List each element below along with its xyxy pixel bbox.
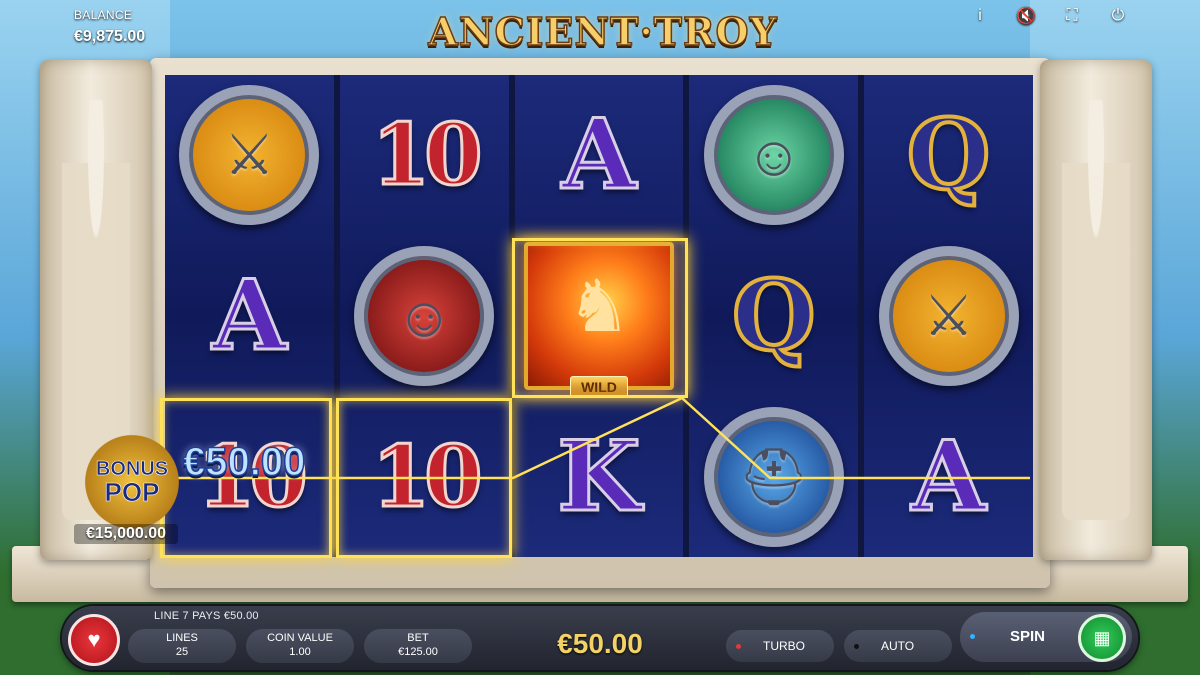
line-pays-text: LINE 7 PAYS €50.00 [154, 610, 259, 622]
reel-2-row-3: 10 [340, 396, 509, 557]
reel-2-row-2: ☺ [340, 236, 509, 397]
swords-icon: ⚔ [923, 284, 974, 347]
power-icon[interactable]: ⏻ [1108, 6, 1128, 26]
cash-icon: ▦ [1093, 627, 1111, 648]
balance-display: BALANCE €9,875.00 [74, 8, 145, 46]
turbo-toggle[interactable]: TURBO [726, 630, 834, 662]
total-win-display: €50.00 [557, 628, 643, 659]
symbol-helmet: ⛑ [703, 406, 844, 547]
symbol-10: 10 [370, 426, 484, 526]
bet-selector[interactable]: BET €125.00 [364, 629, 472, 663]
reel-4-row-3: ⛑ [689, 396, 858, 557]
reel-1-row-2: A [165, 236, 334, 397]
bonus-pop-value: €15,000.00 [74, 524, 178, 544]
spin-button[interactable]: ▦ [1078, 614, 1126, 662]
turbo-label: TURBO [763, 639, 805, 653]
bonus-pop-badge[interactable]: BONUS POP [80, 428, 184, 536]
symbol-a: A [560, 98, 638, 212]
coin-value-value: 1.00 [289, 646, 311, 658]
balance-label: BALANCE [74, 8, 133, 22]
turbo-indicator [736, 643, 741, 649]
symbol-woman: ☺ [703, 85, 844, 226]
top-icons: i 🔇 ⛶ ⏻ [970, 6, 1128, 26]
auto-toggle[interactable]: AUTO [844, 630, 952, 662]
paytable-button[interactable]: ♥ [68, 614, 120, 666]
symbol-a: A [910, 419, 988, 533]
symbol-q: Q [905, 98, 993, 212]
warrior-icon: ☺ [395, 284, 453, 348]
symbol-a: A [211, 259, 289, 372]
balance-value: €9,875.00 [74, 28, 146, 45]
symbol-q: Q [730, 259, 818, 372]
auto-label: AUTO [881, 639, 915, 653]
reel-5-row-3: A [864, 396, 1033, 557]
lines-selector[interactable]: LINES 25 [128, 629, 236, 663]
pillar-right [1040, 60, 1152, 560]
reel-1-row-1: ⚔ [165, 75, 334, 236]
auto-indicator [854, 643, 859, 649]
game-logo: ANCIENT·TROY [427, 8, 778, 55]
bonus-pop-line2: POP [104, 477, 160, 507]
reel-4-row-2: Q [689, 236, 858, 397]
bet-value: €125.00 [398, 646, 438, 658]
spin-indicator [970, 634, 975, 639]
fullscreen-icon[interactable]: ⛶ [1062, 6, 1082, 26]
symbol-warrior: ☺ [354, 246, 495, 386]
symbol-k: K [556, 419, 642, 533]
lines-label: LINES [166, 632, 198, 645]
reel-4-row-1: ☺ [689, 75, 858, 236]
helmet-icon: ⛑ [738, 444, 810, 508]
symbol-10: 10 [370, 105, 484, 205]
symbol-swords: ⚔ [179, 85, 320, 226]
reel-2-row-1: 10 [340, 75, 509, 236]
reel-5: Q ⚔ A [864, 75, 1033, 557]
lines-value: 25 [175, 646, 189, 658]
reel-5-row-2: ⚔ [864, 236, 1033, 397]
reel-3-row-1: A [515, 75, 684, 236]
reel-2: 10 ☺ 10 [339, 75, 509, 557]
reel-5-row-1: Q [864, 75, 1033, 236]
reel-4: ☺ Q ⛑ [689, 75, 859, 557]
reel-3-row-2: ♞ WILD [515, 236, 684, 398]
statue-right [1062, 100, 1130, 520]
bet-label: BET [407, 632, 429, 645]
reel-3-row-3: K [515, 396, 684, 557]
bonus-pop-line1: BONUS [95, 458, 169, 480]
coin-value-selector[interactable]: COIN VALUE 1.00 [246, 629, 354, 663]
swords-icon: ⚔ [224, 123, 275, 187]
symbol-wild: ♞ WILD [523, 242, 674, 398]
wild-label: WILD [570, 376, 628, 398]
woman-icon: ☺ [745, 123, 803, 187]
coin-value-label: COIN VALUE [267, 632, 333, 645]
spin-label: SPIN [1010, 628, 1046, 645]
cards-icon: ♥ [87, 627, 101, 652]
symbol-swords: ⚔ [878, 246, 1019, 386]
line-win-amount: €50.00 [182, 439, 306, 485]
info-icon[interactable]: i [970, 6, 990, 26]
trojan-horse-icon: ♞ [566, 267, 632, 347]
mute-icon[interactable]: 🔇 [1016, 6, 1036, 26]
reel-3: A ♞ WILD K [514, 75, 684, 557]
